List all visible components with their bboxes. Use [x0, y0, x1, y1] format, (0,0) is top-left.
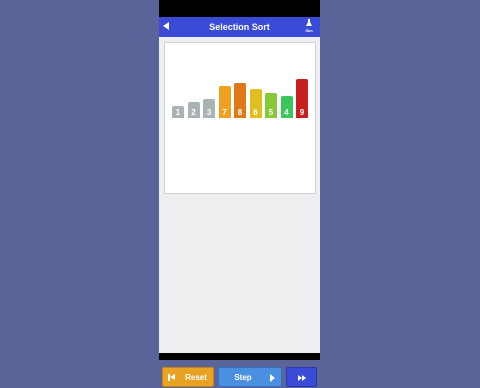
- sort-visualization: 1 2 3 7 8 6 5 4 9: [164, 42, 316, 194]
- main-content: 1 2 3 7 8 6 5 4 9 Reset Step: [159, 37, 320, 387]
- bar-label: 5: [268, 108, 274, 117]
- bar-label: 1: [175, 108, 181, 117]
- bar-3: 3: [203, 99, 215, 118]
- back-arrow-icon[interactable]: [163, 22, 169, 30]
- home-indicator: [159, 353, 320, 360]
- reset-label: Reset: [185, 373, 207, 382]
- bar-label: 9: [299, 108, 305, 117]
- bar-4: 4: [280, 95, 293, 118]
- bar-9: 9: [296, 79, 308, 118]
- sim-label: Sim: [305, 28, 313, 33]
- fast-forward-button[interactable]: [286, 367, 317, 387]
- bar-label: 4: [284, 108, 289, 117]
- control-bar: Reset Step: [159, 367, 320, 387]
- bar-1: 1: [172, 105, 184, 118]
- step-label: Step: [234, 373, 252, 382]
- bar-label: 3: [206, 108, 212, 117]
- bar-7: 7: [218, 85, 231, 118]
- bar-label: 6: [253, 108, 258, 117]
- sim-button[interactable]: Sim: [303, 19, 315, 35]
- fast-forward-icon-second: [302, 375, 306, 381]
- step-button[interactable]: Step: [218, 367, 282, 387]
- bar-8: 8: [234, 82, 246, 118]
- bar-label: 2: [191, 108, 196, 117]
- bar-label: 8: [237, 108, 243, 117]
- phone-screen: Selection Sort Sim 1 2 3 7 8 6 5 4 9 Reset Step: [159, 0, 320, 387]
- flask-icon: [306, 20, 312, 26]
- bar-2: 2: [187, 102, 200, 118]
- bar-5: 5: [265, 92, 277, 118]
- reset-button[interactable]: Reset: [162, 367, 214, 387]
- status-bar: [159, 0, 320, 17]
- bar-6: 6: [249, 89, 262, 118]
- skip-back-arrow: [170, 374, 175, 380]
- bar-label: 7: [222, 108, 227, 117]
- page-title: Selection Sort: [209, 22, 270, 32]
- play-icon: [270, 374, 275, 382]
- title-bar: Selection Sort Sim: [159, 17, 320, 37]
